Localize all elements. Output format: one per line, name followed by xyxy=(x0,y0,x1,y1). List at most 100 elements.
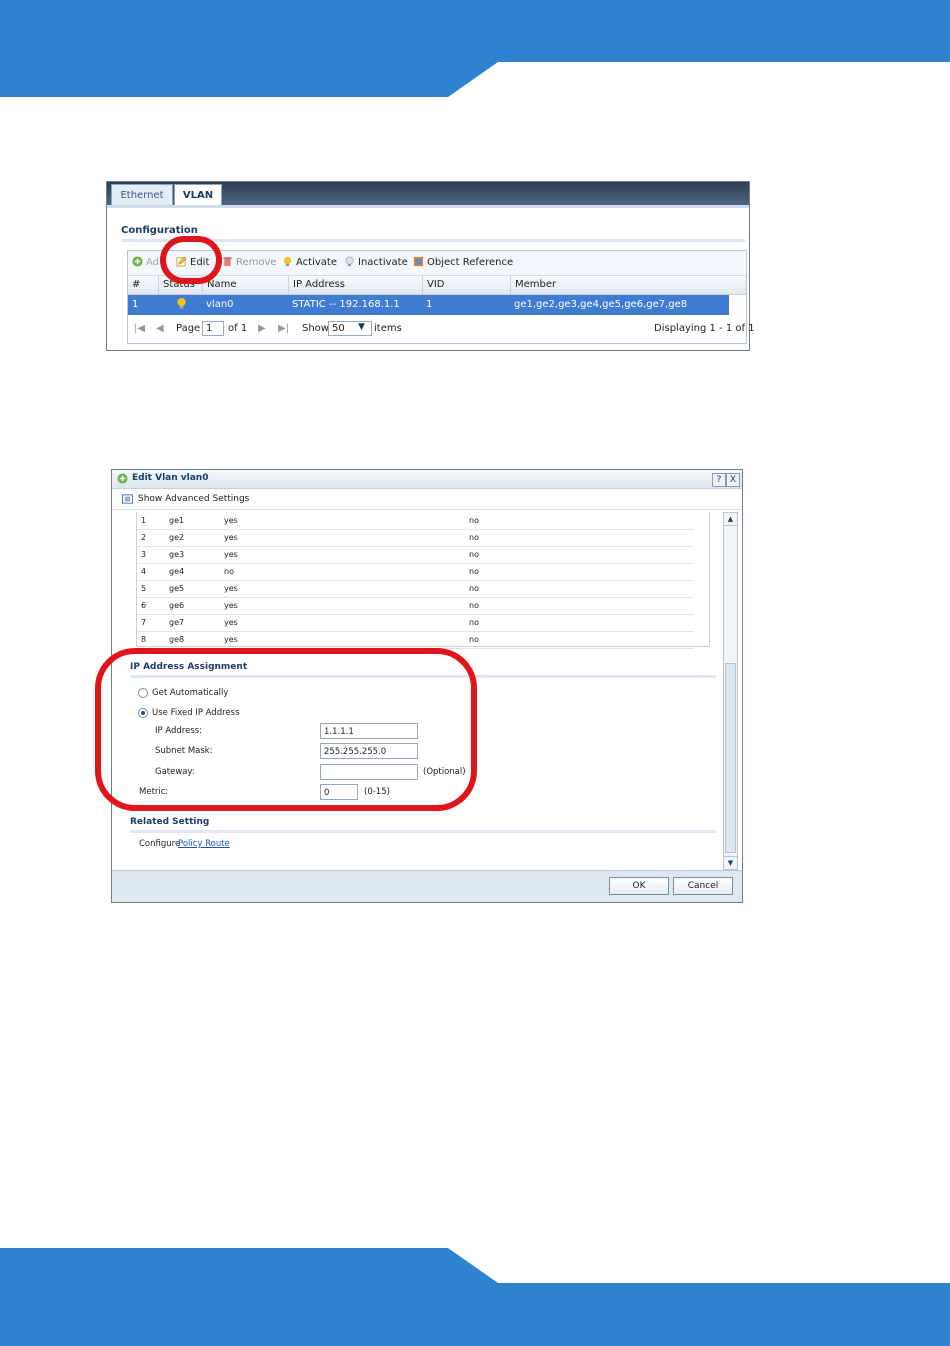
row-member: ge1,ge2,ge3,ge4,ge5,ge6,ge7,ge8 xyxy=(514,299,688,310)
table-row: 8 ge8 yes no xyxy=(137,632,694,649)
settings-list-icon xyxy=(122,494,133,504)
ip-assignment-highlight-ring xyxy=(95,648,477,811)
configuration-heading: Configuration xyxy=(121,225,198,236)
port-member: yes xyxy=(224,533,238,542)
bottom-banner xyxy=(0,1248,950,1346)
add-label: Ad xyxy=(146,257,160,268)
row-vid: 1 xyxy=(426,299,433,310)
table-row: 3 ge3 yes no xyxy=(137,547,694,564)
port-num: 3 xyxy=(141,550,147,559)
col-member[interactable]: Member xyxy=(510,276,728,294)
items-label: items xyxy=(374,323,402,334)
tab-bar: Ethernet VLAN xyxy=(107,182,749,205)
items-per-page-select[interactable]: 50 ▼ xyxy=(328,321,372,336)
port-tx: no xyxy=(469,618,479,627)
dialog-footer: OK Cancel xyxy=(112,870,742,902)
port-num: 6 xyxy=(141,601,147,610)
row-ip: STATIC -- 192.168.1.1 xyxy=(292,299,400,310)
port-name: ge1 xyxy=(169,516,185,525)
lightbulb-on-icon xyxy=(283,256,292,267)
port-num: 8 xyxy=(141,635,147,644)
next-page-icon[interactable]: ▶ xyxy=(258,323,266,334)
remove-button[interactable]: Remove xyxy=(222,256,277,268)
port-tx: no xyxy=(469,516,479,525)
port-num: 1 xyxy=(141,516,147,525)
activate-button[interactable]: Activate xyxy=(282,256,337,268)
port-member: yes xyxy=(224,618,238,627)
port-member: yes xyxy=(224,550,238,559)
scroll-up-icon[interactable]: ▲ xyxy=(724,513,737,526)
chevron-down-icon[interactable]: ▼ xyxy=(358,322,365,332)
close-button[interactable]: X xyxy=(726,473,740,487)
table-row: 6 ge6 yes no xyxy=(137,598,694,615)
port-name: ge8 xyxy=(169,635,185,644)
col-number[interactable]: # xyxy=(128,276,158,294)
port-table: 1 ge1 yes no 2 ge2 yes no 3 ge3 yes no 4 ge4 no no 5… xyxy=(136,512,710,649)
status-lightbulb-icon xyxy=(172,297,187,317)
table-row: 7 ge7 yes no xyxy=(137,615,694,632)
row-number: 1 xyxy=(132,299,139,310)
port-num: 7 xyxy=(141,618,147,627)
object-reference-button[interactable]: Object Reference xyxy=(413,256,513,268)
scrollbar[interactable]: ▲ ▼ xyxy=(723,512,738,870)
tab-ethernet[interactable]: Ethernet xyxy=(111,184,173,205)
help-button[interactable]: ? xyxy=(712,473,726,487)
add-button[interactable]: Ad xyxy=(132,256,159,268)
object-reference-label: Object Reference xyxy=(427,257,514,268)
port-num: 2 xyxy=(141,533,147,542)
page-label: Page xyxy=(176,323,201,334)
inactivate-button[interactable]: Inactivate xyxy=(344,256,408,268)
cancel-button[interactable]: Cancel xyxy=(673,877,733,895)
port-name: ge4 xyxy=(169,567,185,576)
section-divider xyxy=(130,830,716,833)
port-tx: no xyxy=(469,533,479,542)
configure-label: Configure xyxy=(139,839,181,849)
pager: |◀ ◀ Page 1 of 1 ▶ ▶| Show 50 ▼ items Dis… xyxy=(128,319,755,341)
tab-vlan[interactable]: VLAN xyxy=(174,184,222,205)
port-member: no xyxy=(224,567,234,576)
first-page-icon[interactable]: |◀ xyxy=(134,323,145,334)
port-tx: no xyxy=(469,635,479,644)
policy-route-link[interactable]: Policy Route xyxy=(178,839,230,849)
inactivate-label: Inactivate xyxy=(358,257,408,268)
dialog-titlebar: Edit Vlan vlan0 ? X xyxy=(112,470,742,489)
last-page-icon[interactable]: ▶| xyxy=(278,323,289,334)
port-name: ge6 xyxy=(169,601,185,610)
row-name: vlan0 xyxy=(206,299,234,310)
page-input[interactable]: 1 xyxy=(202,321,224,336)
ok-button[interactable]: OK xyxy=(609,877,669,895)
port-member: yes xyxy=(224,601,238,610)
port-member: yes xyxy=(224,516,238,525)
port-name: ge5 xyxy=(169,584,185,593)
port-tx: no xyxy=(469,584,479,593)
col-name[interactable]: Name xyxy=(202,276,288,294)
activate-label: Activate xyxy=(296,257,337,268)
remove-label: Remove xyxy=(236,257,277,268)
tab-underline xyxy=(107,205,749,208)
port-name: ge7 xyxy=(169,618,185,627)
col-vid[interactable]: VID xyxy=(422,276,510,294)
table-row: 2 ge2 yes no xyxy=(137,530,694,547)
top-banner xyxy=(0,0,950,97)
displaying-count: Displaying 1 - 1 of 1 xyxy=(654,323,755,334)
scroll-thumb[interactable] xyxy=(725,663,736,853)
col-ip-address[interactable]: IP Address xyxy=(288,276,422,294)
table-row: 4 ge4 no no xyxy=(137,564,694,581)
table-row: 5 ge5 yes no xyxy=(137,581,694,598)
table-header: # Status Name IP Address VID Member xyxy=(128,276,746,295)
port-member: yes xyxy=(224,635,238,644)
port-tx: no xyxy=(469,567,479,576)
table-row[interactable]: 1 vlan0 STATIC -- 192.168.1.1 1 ge1,ge2,… xyxy=(128,295,729,315)
edit-highlight-ring xyxy=(160,236,222,284)
show-advanced-settings[interactable]: Show Advanced Settings xyxy=(138,494,249,504)
items-per-page-value[interactable]: 50 xyxy=(328,321,372,336)
page-of: of 1 xyxy=(228,323,248,334)
scroll-down-icon[interactable]: ▼ xyxy=(724,856,737,869)
prev-page-icon[interactable]: ◀ xyxy=(156,323,164,334)
port-num: 4 xyxy=(141,567,147,576)
port-num: 5 xyxy=(141,584,147,593)
table-row: 1 ge1 yes no xyxy=(137,513,694,530)
page-number[interactable]: 1 xyxy=(202,321,224,336)
lightbulb-off-icon xyxy=(345,256,354,267)
port-name: ge2 xyxy=(169,533,185,542)
